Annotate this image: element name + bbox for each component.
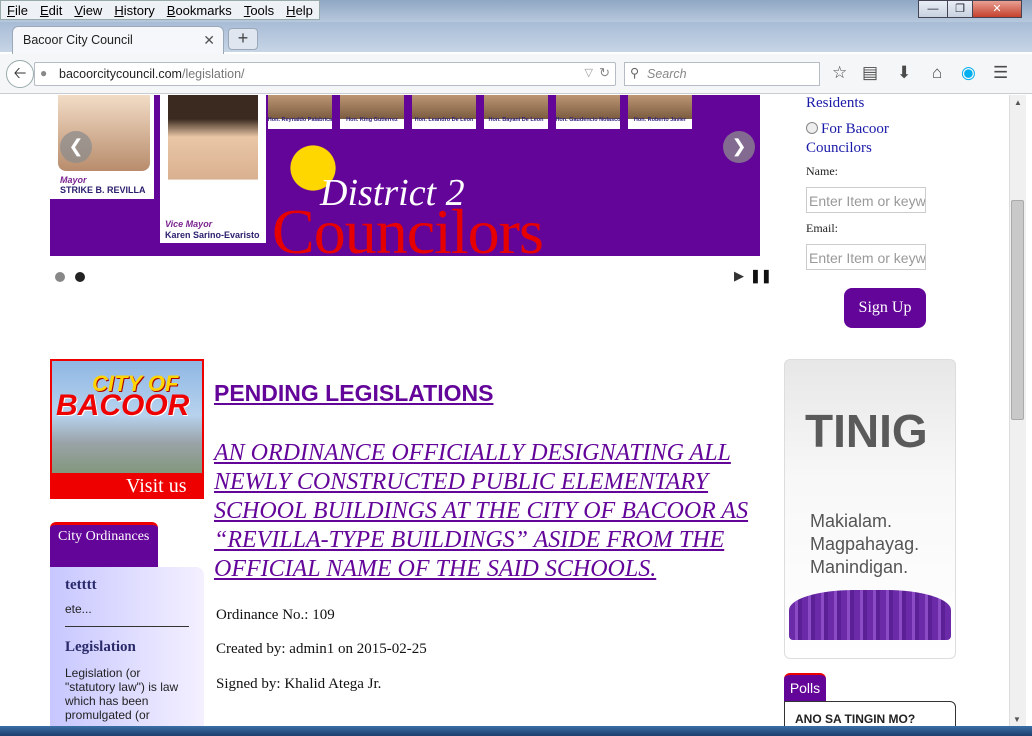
- slider-dot-1[interactable]: [55, 272, 65, 282]
- ordinance-item-title[interactable]: Legislation: [65, 639, 189, 656]
- tinig-title: TINIG: [805, 405, 928, 457]
- name-label: Name:: [806, 164, 838, 178]
- menu-hamburger-icon[interactable]: ☰: [993, 63, 1008, 83]
- sign-up-button[interactable]: Sign Up: [844, 288, 926, 328]
- home-icon[interactable]: ⌂: [932, 63, 942, 83]
- search-placeholder: Search: [647, 67, 687, 81]
- tab-title: Bacoor City Council: [23, 33, 133, 47]
- radio-icon[interactable]: [806, 122, 818, 134]
- email-label: Email:: [806, 221, 838, 235]
- menu-edit[interactable]: Edit: [34, 1, 68, 19]
- tinig-tagline: Makialam. Magpahayag. Manindigan.: [810, 510, 919, 579]
- ordinance-item-title[interactable]: tetttt: [65, 577, 189, 594]
- councilor-name: Hon. Bayani De Leon: [488, 117, 544, 123]
- menu-history[interactable]: History: [108, 1, 160, 19]
- back-arrow-icon[interactable]: 🡠: [6, 60, 34, 88]
- skype-icon[interactable]: ◉: [961, 63, 976, 83]
- visit-bacoor-banner[interactable]: CITY OF BACOOR Visit us: [50, 359, 204, 499]
- vice-mayor-photo: [168, 95, 258, 215]
- search-icon: ⚲: [630, 66, 640, 80]
- tagline-line: Manindigan.: [810, 557, 909, 577]
- page-title[interactable]: PENDING LEGISLATIONS: [214, 380, 493, 407]
- crowd-silhouette: [789, 590, 951, 640]
- scrollbar-thumb[interactable]: [1011, 200, 1024, 420]
- dropdown-arrow-icon[interactable]: ▽: [585, 66, 593, 79]
- councilors-slider: Hon. Reynaldo Palabrica Hon. King Gutier…: [50, 95, 760, 256]
- tab-bacoor-city-council[interactable]: Bacoor City Council ✕: [12, 26, 224, 54]
- divider: [65, 626, 189, 627]
- ordinance-item-text: ete...: [65, 602, 92, 616]
- menu-file[interactable]: File: [1, 1, 34, 19]
- poll-question: ANO SA TINGIN MO?: [795, 712, 916, 726]
- scroll-up-icon[interactable]: ▲: [1010, 98, 1026, 107]
- residents-option[interactable]: Residents: [806, 95, 864, 112]
- mayor-name: STRIKE B. REVILLA: [60, 185, 146, 195]
- mayor-role: Mayor: [60, 175, 87, 185]
- vice-mayor-card: Vice Mayor Karen Sarino-Evaristo: [160, 95, 266, 243]
- ordinance-title-link[interactable]: AN ORDINANCE OFFICIALLY DESIGNATING ALL …: [214, 439, 780, 584]
- for-bacoor-councilors-option[interactable]: For Bacoor Councilors: [806, 120, 946, 158]
- signed-by: Signed by: Khalid Atega Jr.: [216, 676, 382, 692]
- play-icon[interactable]: ▶: [734, 268, 744, 284]
- banner-visit-us: Visit us: [126, 475, 187, 497]
- taskbar: [0, 726, 1032, 736]
- address-bar[interactable]: bacoorcitycouncil.com/legislation/ ▽ ↻: [34, 62, 616, 86]
- email-field[interactable]: Enter Item or keyw: [806, 244, 926, 270]
- close-window-icon[interactable]: ✕: [972, 0, 1022, 18]
- menu-view[interactable]: View: [68, 1, 108, 19]
- menu-bookmarks[interactable]: Bookmarks: [161, 1, 238, 19]
- reload-icon[interactable]: ↻: [599, 65, 610, 81]
- new-tab-button[interactable]: +: [228, 28, 258, 50]
- councilors-label: Councilors: [272, 196, 544, 256]
- councilor-name: Hon. Gaudencio Nolasco: [555, 117, 621, 123]
- maximize-icon[interactable]: ❐: [947, 0, 973, 18]
- city-ordinances-panel: tetttt ete... Legislation Legislation (o…: [50, 567, 204, 736]
- slider-next-arrow-icon[interactable]: ❯: [723, 131, 755, 163]
- menu-bar: File Edit View History Bookmarks Tools H…: [0, 0, 320, 20]
- created-by: Created by: admin1 on 2015-02-25: [216, 641, 427, 657]
- slider-dot-2[interactable]: [75, 272, 85, 282]
- reading-list-icon[interactable]: ▤: [862, 63, 878, 83]
- menu-tools[interactable]: Tools: [238, 1, 280, 19]
- download-icon[interactable]: ⬇: [897, 63, 911, 83]
- for-bacoor-label: For Bacoor Councilors: [806, 121, 889, 156]
- ordinance-item-text: Legislation (or "statutory law") is law …: [65, 666, 179, 722]
- url-host: bacoorcitycouncil.com: [59, 67, 182, 81]
- tagline-line: Magpahayag.: [810, 534, 920, 554]
- globe-icon: ●: [40, 66, 48, 80]
- url-path: /legislation/: [181, 67, 245, 81]
- slider-prev-arrow-icon[interactable]: ❮: [60, 131, 92, 163]
- name-field[interactable]: Enter Item or keyw: [806, 187, 926, 213]
- search-input[interactable]: ⚲ Search: [624, 62, 820, 86]
- bookmark-star-icon[interactable]: ☆: [832, 63, 847, 83]
- pause-icon[interactable]: ❚❚: [750, 268, 772, 284]
- ordinance-number: Ordinance No.: 109: [216, 607, 335, 623]
- tagline-line: Makialam.: [810, 511, 893, 531]
- page-content: Hon. Reynaldo Palabrica Hon. King Gutier…: [0, 95, 1009, 736]
- vice-mayor-name: Karen Sarino-Evaristo: [165, 230, 260, 240]
- city-ordinances-tab[interactable]: City Ordinances: [50, 522, 158, 568]
- scroll-down-icon[interactable]: ▼: [1013, 715, 1021, 724]
- councilor-name: Hon. Roberto Javier: [633, 117, 687, 123]
- banner-bacoor: BACOOR: [56, 389, 190, 422]
- menu-help[interactable]: Help: [280, 1, 319, 19]
- close-tab-icon[interactable]: ✕: [203, 32, 215, 49]
- councilor-name: Hon. Leandro De Leon: [414, 117, 474, 123]
- tinig-banner[interactable]: TINIG Makialam. Magpahayag. Manindigan.: [784, 359, 956, 659]
- polls-tab[interactable]: Polls: [784, 673, 826, 701]
- minimize-icon[interactable]: —: [918, 0, 948, 18]
- vice-mayor-role: Vice Mayor: [165, 219, 213, 229]
